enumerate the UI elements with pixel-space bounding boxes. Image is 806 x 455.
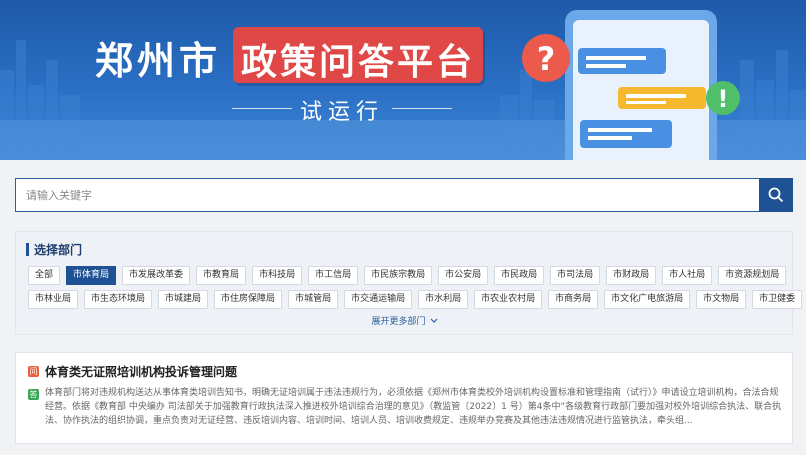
department-chip[interactable]: 市农业农村局 bbox=[474, 290, 543, 309]
search-button[interactable] bbox=[759, 178, 793, 212]
banner-title-box: 政策问答平台 bbox=[233, 27, 483, 83]
department-chip[interactable]: 市商务局 bbox=[548, 290, 599, 309]
svg-text:?: ? bbox=[537, 40, 556, 78]
department-chip[interactable]: 市住房保障局 bbox=[214, 290, 283, 309]
banner-subtitle: 试运行 bbox=[299, 100, 384, 125]
banner-subtitle-wrap: 试运行 bbox=[232, 92, 452, 125]
department-chip-row: 市林业局 市生态环境局 市城建局 市住房保障局 市城管局 市交通运输局 市水利局 市农业农村局… bbox=[28, 290, 803, 309]
banner: ? ! 郑州市 政策问答平台 试运行 bbox=[0, 0, 806, 160]
search-bar bbox=[15, 178, 793, 212]
department-chip[interactable]: 市资源规划局 bbox=[718, 266, 787, 285]
qa-card: 问 体育类无证照培训机构投诉管理问题 答 体育部门将对违规机构送达从事体育类培训… bbox=[15, 352, 793, 444]
department-chip[interactable]: 市公安局 bbox=[438, 266, 489, 285]
department-chip[interactable]: 市文物局 bbox=[696, 290, 747, 309]
department-header: 选择部门 bbox=[26, 242, 83, 257]
department-chip[interactable]: 市城建局 bbox=[158, 290, 209, 309]
department-chip[interactable]: 市教育局 bbox=[196, 266, 247, 285]
expand-more-departments[interactable]: 展开更多部门 bbox=[16, 314, 794, 327]
department-chip[interactable]: 市卫健委 bbox=[752, 290, 803, 309]
svg-text:!: ! bbox=[718, 85, 729, 113]
department-title-bar bbox=[26, 242, 29, 256]
department-chip[interactable]: 市生态环境局 bbox=[84, 290, 153, 309]
answer-text: 体育部门将对违规机构送达从事体育类培训告知书，明确无证培训属于违法违规行为，必须… bbox=[45, 388, 782, 426]
department-chip[interactable]: 市发展改革委 bbox=[122, 266, 191, 285]
department-chip[interactable]: 市民族宗教局 bbox=[364, 266, 433, 285]
department-chip[interactable]: 市交通运输局 bbox=[344, 290, 413, 309]
department-chip[interactable]: 市城管局 bbox=[288, 290, 339, 309]
department-chip-row: 全部 市体育局 市发展改革委 市教育局 市科技局 市工信局 市民族宗教局 市公安局 市民政局 市司… bbox=[28, 266, 788, 285]
department-title: 选择部门 bbox=[34, 242, 83, 257]
department-chip[interactable]: 市财政局 bbox=[606, 266, 657, 285]
search-icon bbox=[768, 187, 784, 203]
banner-title-platform: 政策问答平台 bbox=[240, 42, 475, 83]
department-chip[interactable]: 市司法局 bbox=[550, 266, 601, 285]
question-title[interactable]: 体育类无证照培训机构投诉管理问题 bbox=[45, 363, 237, 380]
banner-title-city: 郑州市 bbox=[95, 39, 222, 83]
department-chip[interactable]: 全部 bbox=[28, 266, 61, 285]
department-chip[interactable]: 市民政局 bbox=[494, 266, 545, 285]
department-chip[interactable]: 市工信局 bbox=[308, 266, 359, 285]
department-chips: 全部 市体育局 市发展改革委 市教育局 市科技局 市工信局 市民族宗教局 市公安局 市民政局 市司… bbox=[28, 266, 803, 314]
department-chip[interactable]: 市水利局 bbox=[418, 290, 469, 309]
department-chip[interactable]: 市林业局 bbox=[28, 290, 79, 309]
answer-badge: 答 bbox=[28, 389, 39, 400]
department-chip[interactable]: 市人社局 bbox=[662, 266, 713, 285]
search-input[interactable] bbox=[16, 179, 760, 211]
department-chip[interactable]: 市科技局 bbox=[252, 266, 303, 285]
department-panel: 选择部门 全部 市体育局 市发展改革委 市教育局 市科技局 市工信局 市民族宗教局 市公安局市… bbox=[15, 231, 803, 335]
question-badge: 问 bbox=[28, 366, 39, 377]
expand-label: 展开更多部门 bbox=[371, 317, 426, 327]
department-chip[interactable]: 市体育局 bbox=[66, 266, 117, 285]
chevron-down-icon bbox=[431, 318, 438, 323]
department-chip[interactable]: 市文化广电旅游局 bbox=[604, 290, 691, 309]
